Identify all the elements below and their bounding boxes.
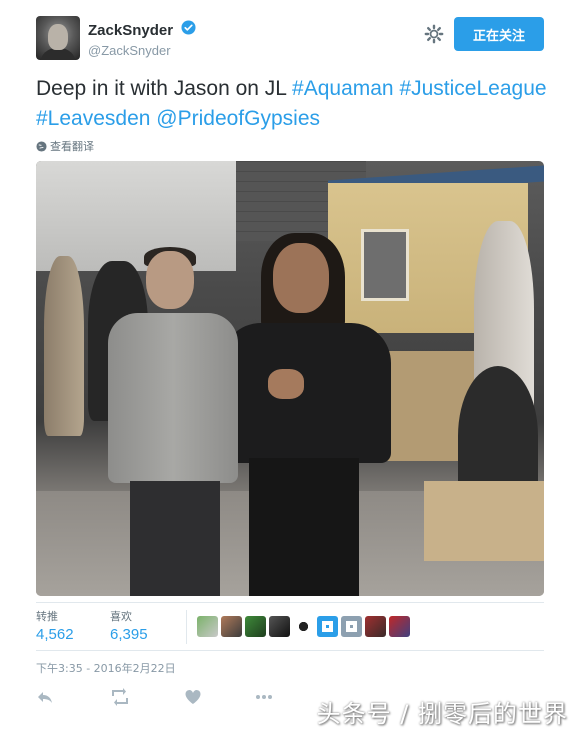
more-icon[interactable]	[254, 688, 272, 706]
translate-label: 查看翻译	[50, 140, 94, 153]
user-handle[interactable]: @ZackSnyder	[88, 43, 196, 58]
liker-avatar[interactable]	[341, 616, 362, 637]
retweet-stat[interactable]: 转推 4,562	[36, 608, 74, 643]
tweet-plain-text: Deep in it with Jason on JL	[36, 77, 293, 100]
liker-avatar[interactable]	[245, 616, 266, 637]
verified-icon	[180, 20, 196, 40]
likes-label: 喜欢	[110, 610, 132, 623]
liker-avatar[interactable]	[293, 616, 314, 637]
likes-count: 6,395	[110, 626, 148, 643]
stats-top-divider	[36, 602, 544, 603]
stats-bottom-divider	[36, 650, 544, 651]
liker-avatar[interactable]	[365, 616, 386, 637]
hashtag-leavesden[interactable]: #Leavesden	[36, 107, 150, 130]
reply-icon[interactable]	[36, 688, 54, 706]
tweet-text: Deep in it with Jason on JL #Aquaman #Ju…	[36, 74, 556, 134]
liker-avatars	[197, 616, 410, 637]
heart-icon[interactable]	[184, 688, 202, 706]
translate-link[interactable]: 查看翻译	[36, 138, 94, 154]
liker-avatar[interactable]	[197, 616, 218, 637]
tweet-header: ZackSnyder @ZackSnyder 正在关注	[36, 16, 544, 60]
mention-prideofgypsies[interactable]: @PrideofGypsies	[156, 107, 320, 130]
liker-avatar[interactable]	[221, 616, 242, 637]
avatar[interactable]	[36, 16, 80, 60]
gear-icon[interactable]	[424, 24, 444, 44]
watermark: 头条号 / 捌零后的世界	[316, 700, 568, 728]
hashtag-aquaman[interactable]: #Aquaman	[292, 77, 394, 100]
retweets-label: 转推	[36, 610, 58, 623]
display-name[interactable]: ZackSnyder	[88, 22, 173, 39]
tweet-photo[interactable]	[36, 161, 544, 596]
tweet-timestamp[interactable]: 下午3:35 - 2016年2月22日	[36, 660, 176, 676]
following-button[interactable]: 正在关注	[454, 17, 544, 51]
author-block: ZackSnyder @ZackSnyder	[88, 20, 196, 58]
liker-avatar[interactable]	[269, 616, 290, 637]
liker-avatar[interactable]	[317, 616, 338, 637]
liker-avatar[interactable]	[389, 616, 410, 637]
tweet-stats: 转推 4,562 喜欢 6,395	[36, 608, 544, 650]
retweets-count: 4,562	[36, 626, 74, 643]
hashtag-justiceleague[interactable]: #JusticeLeague	[399, 77, 546, 100]
stats-divider	[186, 610, 187, 644]
globe-icon	[36, 140, 47, 152]
retweet-icon[interactable]	[110, 688, 128, 706]
like-stat[interactable]: 喜欢 6,395	[110, 608, 148, 643]
